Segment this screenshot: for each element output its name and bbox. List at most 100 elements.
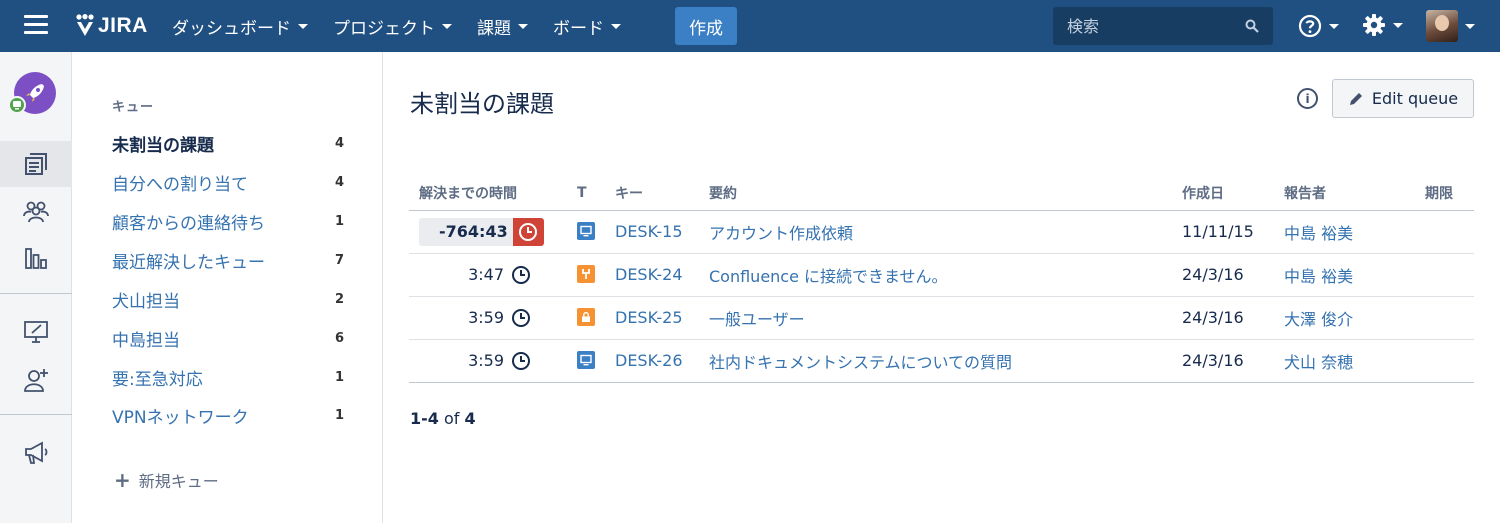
table-row[interactable]: 3:59 DESK-25 一般ユーザー 24/3/16 大澤 俊介 [409, 296, 1474, 340]
reporter-link[interactable]: 中島 裕美 [1284, 224, 1353, 243]
table-header-row: 解決までの時間 T キー 要約 作成日 報告者 期限 [409, 176, 1474, 211]
chevron-down-icon [1465, 23, 1475, 29]
invite-team-icon[interactable] [0, 357, 72, 403]
issue-key-link[interactable]: DESK-26 [615, 351, 683, 370]
menu-issues[interactable]: 課題 [477, 14, 528, 39]
created-date: 24/3/16 [1172, 339, 1274, 383]
reporter-link[interactable]: 中島 裕美 [1284, 267, 1353, 286]
queue-label: 最近解決したキュー [112, 252, 265, 273]
search-icon[interactable] [1245, 19, 1259, 33]
column-header-created[interactable]: 作成日 [1172, 176, 1274, 211]
sla-lozenge: 3:59 [419, 308, 531, 328]
edit-queue-button[interactable]: Edit queue [1332, 79, 1474, 118]
queue-item-urgent[interactable]: 要:至急対応 1 [112, 364, 344, 390]
column-header-key[interactable]: キー [605, 176, 699, 211]
table-row[interactable]: 3:59 DESK-26 社内ドキュメントシステムについての質問 24/3/16… [409, 339, 1474, 383]
jira-logo[interactable]: JIRA [74, 12, 148, 40]
issue-summary-link[interactable]: アカウント作成依頼 [709, 224, 853, 243]
queue-main-panel: 未割当の課題 i Edit queue 解決までの時間 T キー 要約 作成日 … [383, 52, 1500, 523]
issues-table: 解決までの時間 T キー 要約 作成日 報告者 期限 -764:43 DESK-… [409, 176, 1474, 383]
info-icon[interactable]: i [1297, 88, 1318, 109]
queue-sidebar: キュー 未割当の課題 4 自分への割り当て 4 顧客からの連絡待ち 1 最近解決… [72, 52, 383, 523]
table-row[interactable]: 3:47 DESK-24 Confluence に接続できません。 24/3/1… [409, 253, 1474, 297]
issue-summary-link[interactable]: 社内ドキュメントシステムについての質問 [709, 353, 1012, 372]
queue-count: 2 [334, 291, 344, 307]
settings-menu[interactable] [1362, 13, 1403, 37]
issue-key-link[interactable]: DESK-24 [615, 265, 683, 284]
new-queue-button[interactable]: + 新規キュー [114, 468, 219, 492]
chevron-down-icon [442, 23, 452, 29]
column-header-summary[interactable]: 要約 [699, 176, 1172, 211]
reporter-link[interactable]: 犬山 奈穂 [1284, 353, 1353, 372]
sla-time: 3:59 [468, 308, 504, 327]
issue-summary-link[interactable]: 一般ユーザー [709, 310, 805, 329]
pager-total: 4 [464, 409, 476, 428]
jira-logo-text: JIRA [98, 14, 148, 37]
queue-count: 4 [334, 135, 344, 151]
queue-item-unassigned[interactable]: 未割当の課題 4 [112, 130, 344, 156]
menu-boards-label: ボード [553, 18, 604, 39]
sla-cell: 3:47 [409, 253, 567, 297]
type-cell [567, 296, 605, 340]
issue-key-link[interactable]: DESK-25 [615, 308, 683, 327]
top-navigation-bar: JIRA ダッシュボード プロジェクト 課題 ボード 作成 [0, 0, 1500, 52]
queues-icon[interactable] [0, 141, 72, 187]
menu-boards[interactable]: ボード [553, 14, 621, 39]
customers-icon[interactable] [0, 188, 72, 234]
menu-dashboards-label: ダッシュボード [172, 18, 291, 39]
due-date [1415, 253, 1474, 297]
sla-cell: 3:59 [409, 296, 567, 340]
queue-count: 1 [334, 407, 344, 423]
chevron-down-icon [1393, 22, 1403, 28]
column-header-reporter[interactable]: 報告者 [1274, 176, 1415, 211]
queue-label: 中島担当 [112, 330, 180, 351]
clock-icon [512, 217, 544, 246]
sla-time: 3:47 [468, 265, 504, 284]
pager-range: 1-4 [410, 409, 439, 428]
clock-icon [512, 351, 530, 370]
queues-heading: キュー [112, 100, 155, 115]
queue-item-vpn-network[interactable]: VPNネットワーク 1 [112, 402, 344, 428]
due-date [1415, 339, 1474, 383]
issue-summary-link[interactable]: Confluence に接続できません。 [709, 267, 948, 286]
reporter-link[interactable]: 大澤 俊介 [1284, 310, 1353, 329]
page-title: 未割当の課題 [410, 90, 554, 118]
announcement-icon[interactable] [0, 430, 72, 476]
due-date [1415, 296, 1474, 340]
queue-item-assigned-to-me[interactable]: 自分への割り当て 4 [112, 169, 344, 195]
queue-item-waiting-for-customer[interactable]: 顧客からの連絡待ち 1 [112, 208, 344, 234]
reports-icon[interactable] [0, 235, 72, 281]
queue-label: 犬山担当 [112, 291, 180, 312]
user-avatar [1426, 10, 1458, 42]
queue-label: VPNネットワーク [112, 407, 249, 428]
sla-breached-lozenge: -764:43 [419, 217, 544, 246]
chevron-down-icon [611, 23, 621, 29]
user-profile-menu[interactable] [1426, 10, 1475, 42]
queue-label: 未割当の課題 [112, 135, 214, 156]
new-queue-label: 新規キュー [138, 472, 219, 491]
created-date: 24/3/16 [1172, 296, 1274, 340]
service-request-icon [577, 351, 595, 369]
type-cell [567, 210, 605, 254]
column-header-due[interactable]: 期限 [1415, 176, 1474, 211]
column-header-time-to-resolution[interactable]: 解決までの時間 [409, 176, 567, 211]
help-menu[interactable] [1298, 14, 1339, 38]
raise-request-icon[interactable] [0, 309, 72, 355]
queue-count: 1 [334, 213, 344, 229]
rocket-icon [26, 84, 44, 102]
issue-key-link[interactable]: DESK-15 [615, 222, 683, 241]
pencil-icon [1349, 92, 1362, 105]
queue-item-nakajima[interactable]: 中島担当 6 [112, 325, 344, 351]
table-row[interactable]: -764:43 DESK-15 アカウント作成依頼 11/11/15 中島 裕美 [409, 210, 1474, 254]
column-header-type[interactable]: T [567, 176, 605, 211]
plus-icon: + [114, 468, 131, 492]
menu-dashboards[interactable]: ダッシュボード [172, 14, 308, 39]
hamburger-menu-icon[interactable] [24, 15, 48, 35]
create-button[interactable]: 作成 [675, 7, 737, 45]
queue-item-recently-resolved[interactable]: 最近解決したキュー 7 [112, 247, 344, 273]
pager-of: of [444, 409, 460, 428]
queue-item-inuyama[interactable]: 犬山担当 2 [112, 286, 344, 312]
search-input[interactable] [1067, 16, 1237, 36]
menu-projects[interactable]: プロジェクト [333, 14, 452, 39]
menu-projects-label: プロジェクト [333, 18, 435, 39]
